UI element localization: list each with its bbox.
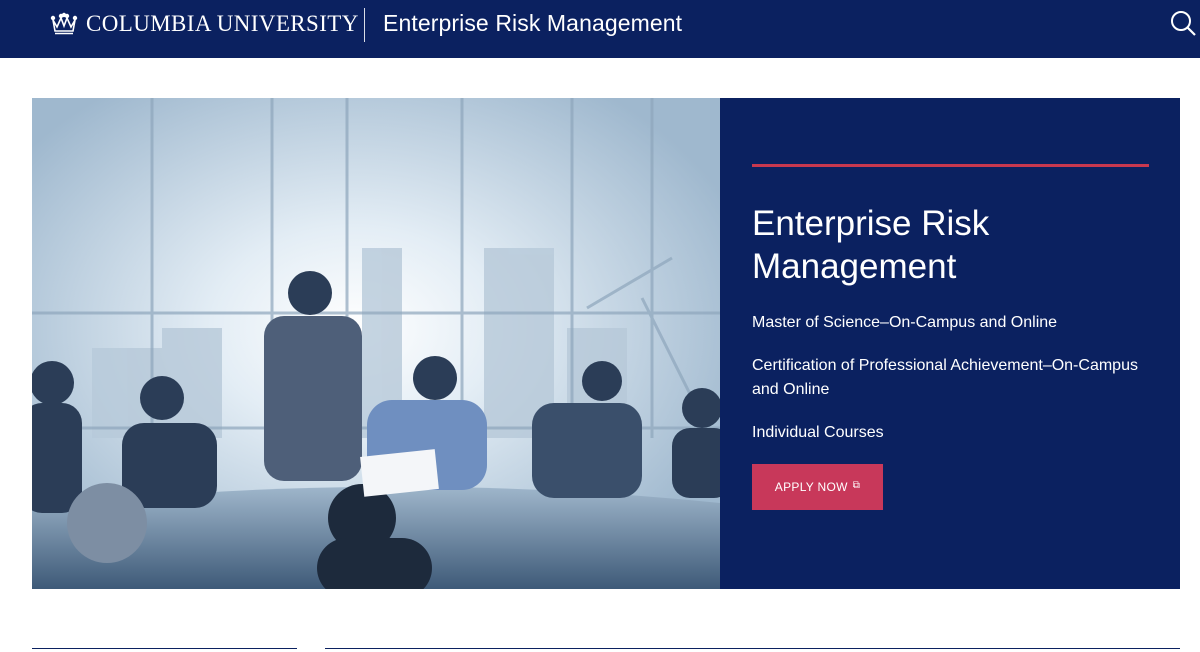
site-title[interactable]: Enterprise Risk Management — [383, 10, 682, 37]
program-option-courses[interactable]: Individual Courses — [752, 421, 1152, 445]
header-divider — [364, 8, 365, 42]
section-rule-left — [32, 648, 297, 649]
crown-icon — [50, 12, 78, 35]
apply-now-button[interactable]: APPLY NOW ⧉ — [752, 464, 883, 510]
search-icon — [1171, 11, 1196, 36]
program-panel: Enterprise Risk Management Master of Sci… — [720, 98, 1180, 589]
external-link-icon: ⧉ — [852, 479, 861, 491]
business-meeting-photo — [32, 98, 720, 589]
program-option-ms[interactable]: Master of Science–On-Campus and Online — [752, 311, 1152, 335]
hero-title: Enterprise Risk Management — [752, 204, 990, 286]
top-navigation-bar: COLUMBIA UNIVERSITY Enterprise Risk Mana… — [0, 0, 1200, 58]
hero-section: Enterprise Risk Management Master of Sci… — [32, 98, 1180, 589]
program-option-certificate[interactable]: Certification of Professional Achievemen… — [752, 354, 1152, 402]
apply-now-label: APPLY NOW — [774, 480, 848, 494]
section-rule-right — [325, 648, 1180, 649]
accent-rule — [752, 164, 1149, 167]
search-button[interactable] — [1168, 8, 1198, 38]
columbia-logo[interactable]: COLUMBIA UNIVERSITY — [50, 8, 359, 40]
university-wordmark: COLUMBIA UNIVERSITY — [86, 11, 359, 36]
